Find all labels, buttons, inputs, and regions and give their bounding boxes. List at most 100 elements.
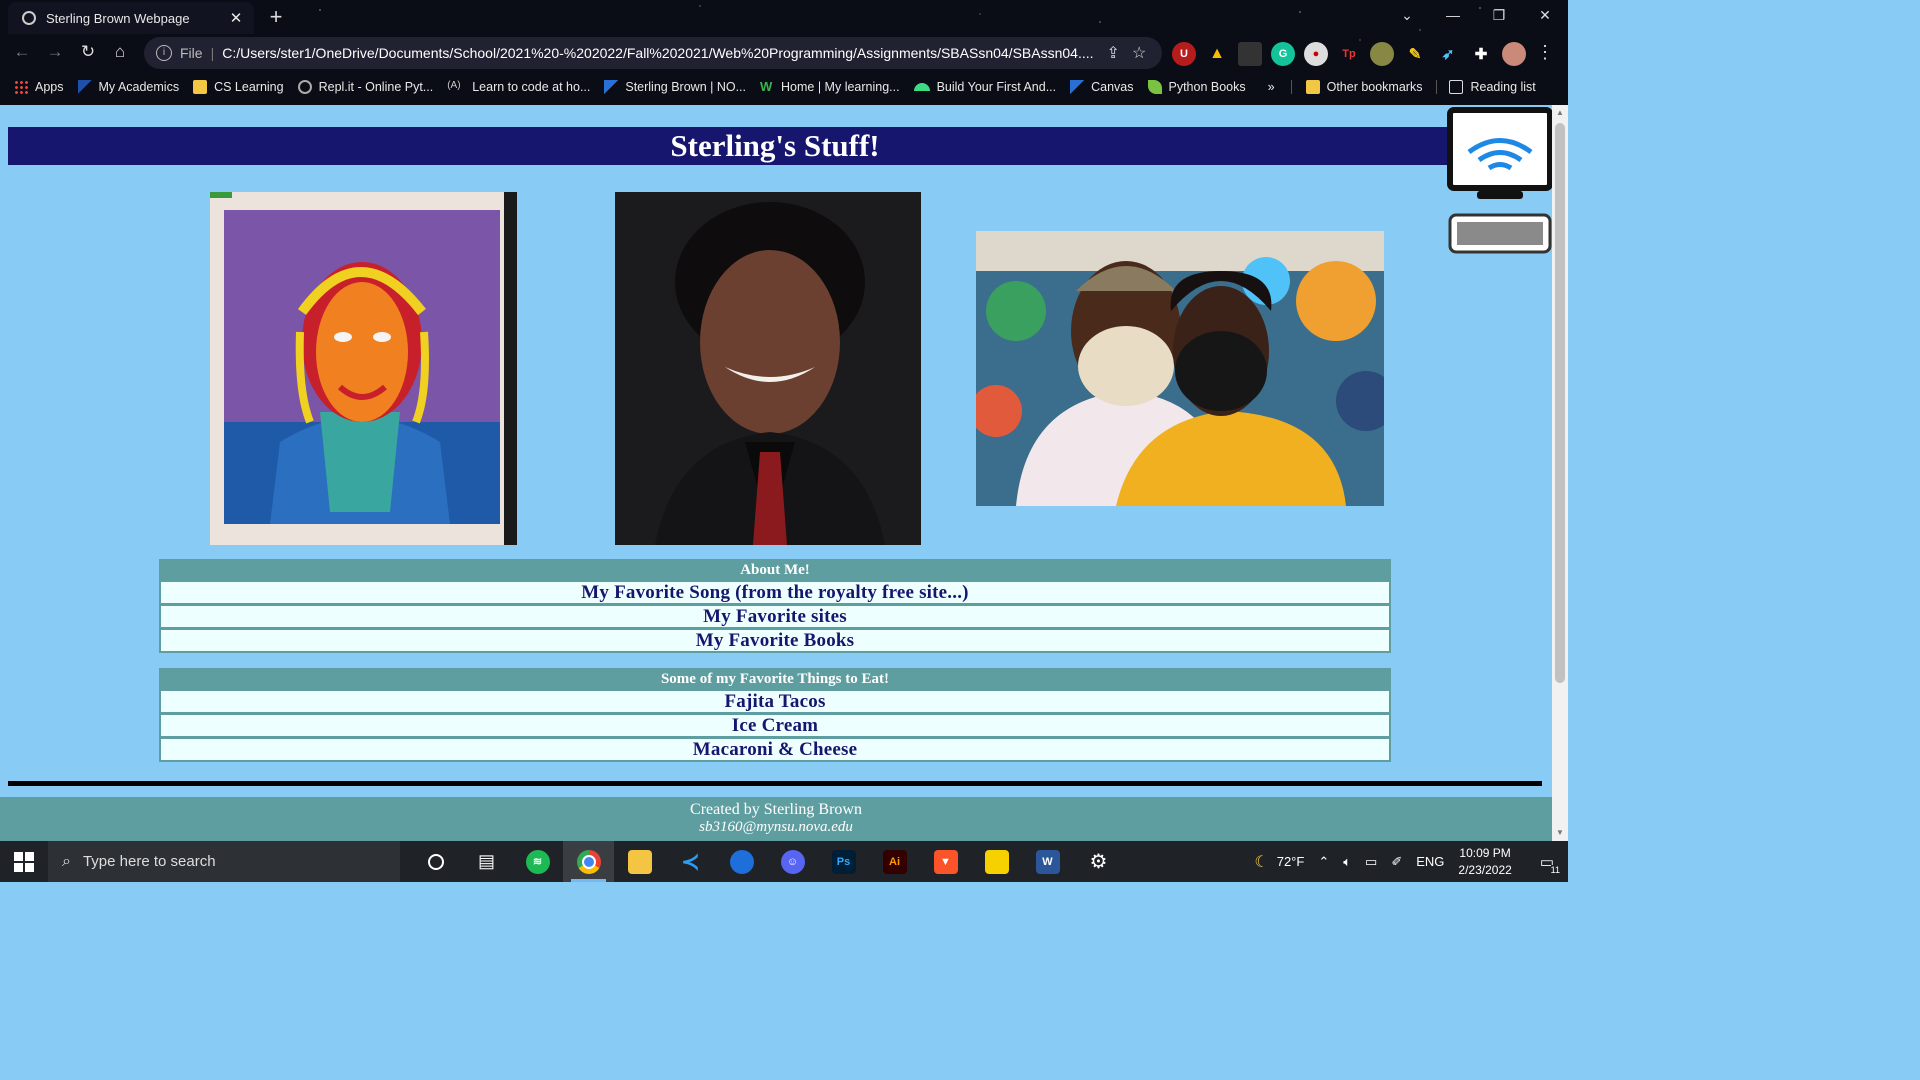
restore-icon[interactable]: ❐ [1476,0,1522,32]
bookmark-star-icon[interactable]: ☆ [1126,43,1152,63]
bookmark-label: Home | My learning... [781,80,900,94]
url-text[interactable]: C:/Users/ster1/OneDrive/Documents/School… [222,45,1100,61]
reading-list-label: Reading list [1470,80,1536,94]
extension-icon[interactable]: ● [1304,42,1328,66]
pen-icon[interactable]: ✐ [1391,854,1402,870]
chevron-up-icon[interactable]: ⌃ [1318,854,1329,870]
scroll-down-icon[interactable]: ▼ [1552,825,1568,841]
honey-icon[interactable]: ✎ [1403,42,1427,66]
bookmark-label: Learn to code at ho... [472,80,591,94]
windows-taskbar: ⌕ Type here to search ▤ ≋ ≺ ☺ Ps Ai ▼ W … [0,841,1568,882]
footer-email[interactable]: sb3160@mynsu.nova.edu [0,819,1552,836]
drive-icon[interactable]: ▲ [1205,42,1229,66]
bookmark-item[interactable]: CS Learning [193,80,284,94]
profile-avatar[interactable] [1502,42,1526,66]
share-icon[interactable]: ⇪ [1100,43,1126,63]
address-bar[interactable]: i File | C:/Users/ster1/OneDrive/Documen… [144,37,1162,69]
favorite-foods-table: Some of my Favorite Things to Eat! Fajit… [159,668,1391,762]
language-indicator[interactable]: ENG [1416,854,1444,869]
task-view-icon[interactable]: ▤ [461,841,512,882]
close-tab-icon[interactable]: ✕ [226,9,246,27]
extensions-row: U ▲ G ● Tp ✎ ➶ ✚ [1172,42,1526,66]
friends-photo-image [976,231,1384,506]
favorite-books-link[interactable]: My Favorite Books [696,630,855,651]
weather-temp[interactable]: 72°F [1277,854,1305,869]
favorite-song-link[interactable]: My Favorite Song (from the royalty free … [581,582,968,603]
bookmark-item[interactable]: Canvas [1070,80,1134,94]
vertical-scrollbar[interactable]: ▲ ▼ [1552,105,1568,841]
more-menu-icon[interactable]: ⋮ [1536,42,1554,63]
brave-icon[interactable]: ▼ [920,841,971,882]
file-explorer-icon[interactable] [614,841,665,882]
w-icon: W [760,79,773,94]
extension-icon[interactable] [1238,42,1262,66]
file-label: File [180,45,203,61]
volume-icon[interactable]: 🔈︎ [1343,854,1351,870]
notification-icon[interactable]: ▭ 11 [1540,853,1560,875]
table-row: Macaroni & Cheese [161,739,1389,760]
puzzle-icon[interactable]: ✚ [1469,42,1493,66]
taskbar-search[interactable]: ⌕ Type here to search [48,841,400,882]
leaf-icon [1147,80,1162,94]
favorite-sites-link[interactable]: My Favorite sites [703,606,847,627]
reading-list[interactable]: Reading list [1436,80,1536,94]
cortana-icon[interactable] [410,841,461,882]
table-row[interactable]: My Favorite sites [161,606,1389,627]
vscode-icon[interactable]: ≺ [665,841,716,882]
back-icon[interactable]: ← [10,40,34,64]
browser-chrome: Sterling Brown Webpage ✕ + ⌄ — ❐ ✕ ← → ↻… [0,0,1568,105]
other-bookmarks[interactable]: Other bookmarks [1290,80,1422,94]
bookmark-item[interactable]: Build Your First And... [913,80,1056,94]
reload-icon[interactable]: ↻ [76,40,100,64]
bookmark-item[interactable]: Python Books [1147,80,1246,94]
tp-icon[interactable]: Tp [1337,42,1361,66]
portrait-photo-image [615,192,921,545]
battery-icon[interactable]: ▭ [1365,854,1377,870]
clock[interactable]: 10:09 PM 2/23/2022 [1458,845,1525,879]
bookmark-item[interactable]: My Academics [77,80,179,94]
word-icon[interactable]: W [1022,841,1073,882]
about-me-table: About Me! My Favorite Song (from the roy… [159,559,1391,653]
taskbar-apps: ▤ ≋ ≺ ☺ Ps Ai ▼ W ⚙ [410,841,1124,882]
nsu-icon [604,80,619,94]
info-icon[interactable]: i [156,45,172,61]
bird-icon[interactable]: ➶ [1436,42,1460,66]
chevron-down-icon[interactable]: ⌄ [1384,0,1430,32]
bookmark-item[interactable]: W Home | My learning... [760,79,900,95]
new-tab-button[interactable]: + [266,4,286,30]
bookmark-item[interactable]: Sterling Brown | NO... [604,80,746,94]
search-placeholder: Type here to search [82,853,216,870]
more-bookmarks-button[interactable]: » [1268,80,1275,94]
table-row[interactable]: My Favorite Books [161,630,1389,651]
scrollbar-thumb[interactable] [1555,123,1565,683]
bookmarks-bar: Apps My Academics CS Learning Repl.it - … [0,74,1568,100]
settings-gear-icon[interactable]: ⚙ [1073,841,1124,882]
window-controls: ⌄ — ❐ ✕ [1384,0,1568,32]
spotify-icon[interactable]: ≋ [512,841,563,882]
bookmark-item[interactable]: (A) Learn to code at ho... [447,80,590,94]
edge-icon[interactable] [716,841,767,882]
page-footer: Created by Sterling Brown sb3160@mynsu.n… [0,797,1552,841]
sticky-notes-icon[interactable] [971,841,1022,882]
close-window-icon[interactable]: ✕ [1522,0,1568,32]
web-page: Sterling's Stuff! About Me! My Favorite … [0,105,1552,841]
minimize-icon[interactable]: — [1430,0,1476,32]
browser-tab[interactable]: Sterling Brown Webpage ✕ [8,2,254,34]
table-row[interactable]: My Favorite Song (from the royalty free … [161,582,1389,603]
ublock-icon[interactable]: U [1172,42,1196,66]
bookmark-label: Apps [35,80,64,94]
bookmark-item[interactable]: Apps [14,80,64,94]
discord-icon[interactable]: ☺ [767,841,818,882]
illustrator-icon[interactable]: Ai [869,841,920,882]
extension-icon[interactable] [1370,42,1394,66]
forward-icon[interactable]: → [43,40,67,64]
home-icon[interactable]: ⌂ [108,40,132,64]
moon-weather-icon[interactable]: ☾ [1254,852,1268,872]
bookmark-item[interactable]: Repl.it - Online Pyt... [297,80,433,94]
bookmark-label: Sterling Brown | NO... [625,80,747,94]
scroll-up-icon[interactable]: ▲ [1552,105,1568,121]
windows-start-icon[interactable] [14,852,34,872]
grammarly-icon[interactable]: G [1271,42,1295,66]
chrome-icon[interactable] [563,841,614,882]
photoshop-icon[interactable]: Ps [818,841,869,882]
